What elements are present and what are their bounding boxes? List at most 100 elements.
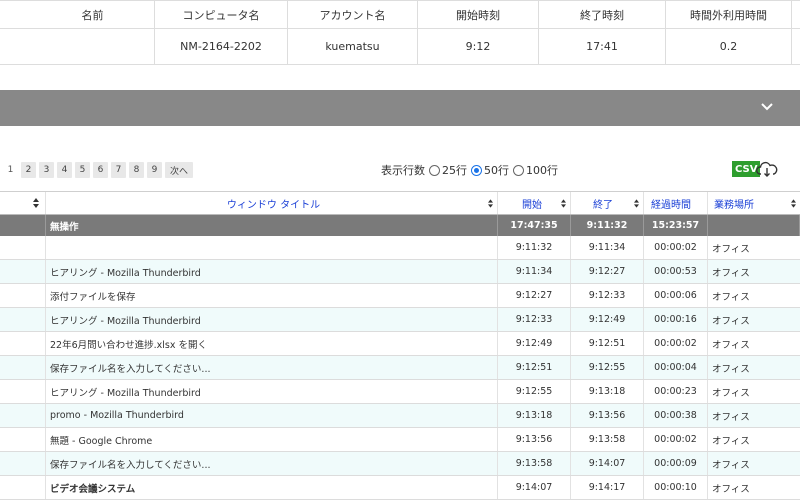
page-link[interactable]: 2 — [21, 162, 36, 178]
page-link[interactable]: 8 — [129, 162, 144, 178]
activity-log-table: ウィンドウ タイトル 開始 終了 経過時間 業務場所 無操作 17:47:35 … — [0, 191, 800, 500]
row-place: オフィス — [712, 363, 750, 375]
row-elapsed-time: 00:00:02 — [644, 428, 708, 451]
row-spacer-cell — [0, 308, 46, 331]
table-row[interactable]: ヒアリング - Mozilla Thunderbird 9:11:34 9:12:2… — [0, 260, 800, 284]
row-start-time: 9:13:18 — [498, 404, 571, 427]
row-window-title: ヒアリング - Mozilla Thunderbird — [46, 308, 498, 331]
column-header-start[interactable]: 開始 — [498, 192, 571, 214]
row-start-time: 9:12:51 — [498, 356, 571, 379]
row-start-time: 9:12:33 — [498, 308, 571, 331]
row-elapsed-time: 00:00:38 — [644, 404, 708, 427]
row-start-time: 9:12:49 — [498, 332, 571, 355]
column-header-window-title[interactable]: ウィンドウ タイトル — [46, 192, 498, 214]
summary-header-row: 名前 コンピュータ名 アカウント名 開始時刻 終了時刻 時間外利用時間 — [0, 0, 800, 29]
row-elapsed-time: 00:00:02 — [644, 236, 708, 259]
row-elapsed-time: 00:00:09 — [644, 452, 708, 475]
summary-header-name: 名前 — [31, 1, 155, 28]
summary-header-start: 開始時刻 — [418, 1, 539, 28]
log-header-row: ウィンドウ タイトル 開始 終了 経過時間 業務場所 — [0, 191, 800, 215]
row-spacer-cell — [0, 332, 46, 355]
summary-header-overtime: 時間外利用時間 — [666, 1, 792, 28]
table-row[interactable]: 保存ファイル名を入力してください... 9:13:58 9:14:07 00:00:0… — [0, 452, 800, 476]
page-link[interactable]: 4 — [57, 162, 72, 178]
row-end-time: 9:14:07 — [571, 452, 644, 475]
page-link[interactable]: 7 — [111, 162, 126, 178]
row-window-title: ヒアリング - Mozilla Thunderbird — [46, 380, 498, 403]
group-elapsed: 15:23:57 — [644, 215, 708, 236]
column-header-place[interactable]: 業務場所 — [708, 192, 800, 214]
table-row[interactable]: 保存ファイル名を入力してください... 9:12:51 9:12:55 00:00:0… — [0, 356, 800, 380]
row-place: オフィス — [712, 267, 750, 279]
row-start-time: 9:14:07 — [498, 476, 571, 499]
filter-panel-bar[interactable] — [0, 90, 800, 126]
rows-50-radio[interactable] — [471, 164, 482, 176]
table-row[interactable]: ヒアリング - Mozilla Thunderbird 9:12:33 9:12:4… — [0, 308, 800, 332]
row-start-time: 9:11:34 — [498, 260, 571, 283]
rows-25-label[interactable]: 25行 — [442, 162, 467, 178]
next-page-button[interactable]: 次へ — [165, 162, 194, 178]
summary-account-value: kuematsu — [288, 29, 418, 64]
table-row[interactable]: 22年6月問い合わせ進捗.xlsx を開く 9:12:49 9:12:51 00:00… — [0, 332, 800, 356]
row-place: オフィス — [712, 243, 750, 255]
page-link[interactable]: 6 — [93, 162, 108, 178]
row-spacer-cell — [0, 236, 46, 259]
row-place: オフィス — [712, 435, 750, 447]
row-elapsed-time: 00:00:04 — [644, 356, 708, 379]
row-end-time: 9:12:49 — [571, 308, 644, 331]
row-elapsed-time: 00:00:06 — [644, 284, 708, 307]
row-end-time: 9:12:51 — [571, 332, 644, 355]
group-place — [708, 215, 800, 236]
table-row[interactable]: 添付ファイルを保存 9:12:27 9:12:33 00:00:06 オフィス — [0, 284, 800, 308]
table-row[interactable]: ビデオ会議システム 9:14:07 9:14:17 00:00:10 オフィス — [0, 476, 800, 500]
summary-end-value: 17:41 — [539, 29, 666, 64]
row-start-time: 9:13:58 — [498, 452, 571, 475]
idle-group-row: 無操作 17:47:35 9:11:32 15:23:57 — [0, 215, 800, 236]
row-window-title: 保存ファイル名を入力してください... — [46, 452, 498, 475]
row-place: オフィス — [712, 291, 750, 303]
summary-spacer — [0, 1, 31, 28]
column-header-expand[interactable] — [0, 192, 46, 214]
row-spacer-cell — [0, 356, 46, 379]
rows-100-radio[interactable] — [513, 164, 524, 176]
summary-data-row: NM-2164-2202 kuematsu 9:12 17:41 0.2 — [0, 29, 800, 65]
row-spacer-cell — [0, 428, 46, 451]
row-start-time: 9:13:56 — [498, 428, 571, 451]
row-place: オフィス — [712, 483, 750, 495]
row-window-title — [46, 236, 498, 259]
chevron-down-icon[interactable] — [760, 100, 774, 114]
page-link[interactable]: 5 — [75, 162, 90, 178]
rows-25-radio[interactable] — [429, 164, 440, 176]
row-window-title: 添付ファイルを保存 — [46, 284, 498, 307]
summary-spacer-end — [792, 1, 800, 28]
sort-icon — [488, 199, 493, 208]
rows-100-label[interactable]: 100行 — [526, 162, 558, 178]
sort-icon — [33, 198, 39, 208]
page-link[interactable]: 9 — [147, 162, 162, 178]
sort-icon — [561, 199, 566, 208]
log-body: 9:11:32 9:11:34 00:00:02 オフィス ヒアリング - Mozill… — [0, 236, 800, 500]
summary-header-end: 終了時刻 — [539, 1, 666, 28]
column-header-elapsed[interactable]: 経過時間 — [644, 192, 708, 214]
group-title: 無操作 — [46, 215, 498, 236]
row-start-time: 9:12:27 — [498, 284, 571, 307]
table-row[interactable]: promo - Mozilla Thunderbird 9:13:18 9:13:5… — [0, 404, 800, 428]
summary-spacer-end — [792, 29, 800, 64]
window-title-header-label: ウィンドウ タイトル — [226, 199, 321, 211]
elapsed-header-label: 経過時間 — [651, 199, 691, 211]
row-window-title: ヒアリング - Mozilla Thunderbird — [46, 260, 498, 283]
cloud-download-icon[interactable] — [756, 160, 778, 178]
column-header-end[interactable]: 終了 — [571, 192, 644, 214]
table-row[interactable]: 無題 - Google Chrome 9:13:56 9:13:58 00:00:02… — [0, 428, 800, 452]
row-end-time: 9:12:33 — [571, 284, 644, 307]
pagination: 1 2 3 4 5 6 7 8 9 次へ — [3, 162, 194, 178]
page-current: 1 — [7, 165, 14, 175]
table-row[interactable]: ヒアリング - Mozilla Thunderbird 9:12:55 9:13:1… — [0, 380, 800, 404]
summary-table: 名前 コンピュータ名 アカウント名 開始時刻 終了時刻 時間外利用時間 NM-2… — [0, 0, 800, 65]
place-header-label: 業務場所 — [714, 199, 754, 211]
row-elapsed-time: 00:00:02 — [644, 332, 708, 355]
page-link[interactable]: 3 — [39, 162, 54, 178]
table-row[interactable]: 9:11:32 9:11:34 00:00:02 オフィス — [0, 236, 800, 260]
row-window-title: 保存ファイル名を入力してください... — [46, 356, 498, 379]
rows-50-label[interactable]: 50行 — [484, 162, 509, 178]
